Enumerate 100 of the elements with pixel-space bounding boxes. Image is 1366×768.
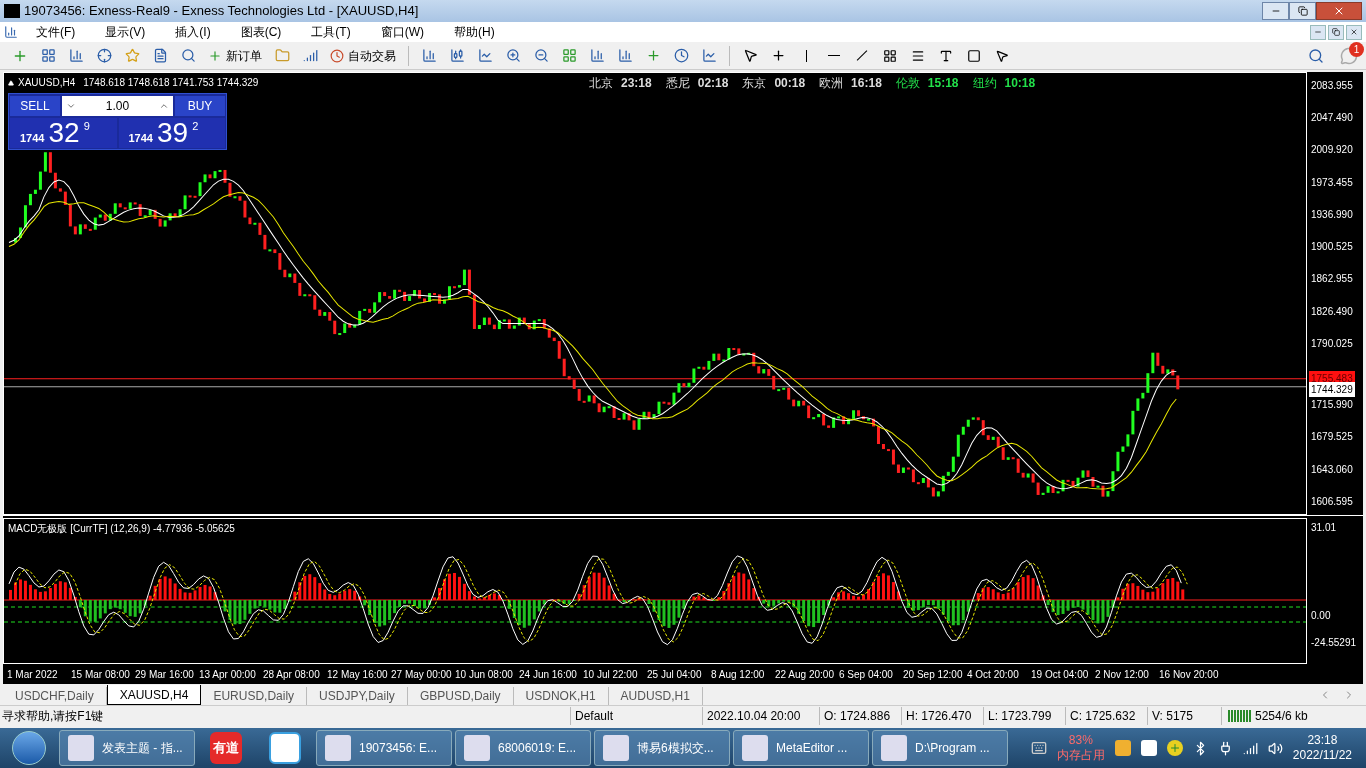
current-price-label: 1744.329 xyxy=(1309,382,1355,397)
time-axis-label: 15 Mar 08:00 xyxy=(71,667,131,682)
lot-field[interactable]: 1.00 xyxy=(62,96,173,116)
time-axis-label: 1 Mar 2022 xyxy=(7,667,59,682)
taskbar-button[interactable]: D:\Program ... xyxy=(872,730,1008,766)
clock-time: 00:18 xyxy=(774,75,806,92)
plus-icon[interactable] xyxy=(1166,740,1183,756)
time-axis-label: 10 Jun 08:00 xyxy=(455,667,514,682)
caret-down-icon[interactable] xyxy=(66,101,76,111)
menu-item[interactable]: 窗口(W) xyxy=(372,23,432,41)
price-axis-label: 1900.525 xyxy=(1311,240,1354,255)
menu-item[interactable]: 工具(T) xyxy=(303,23,359,41)
chart-symbol: XAUUSD,H4 xyxy=(18,76,76,90)
box-icon[interactable] xyxy=(1114,740,1131,756)
line-chart-icon xyxy=(477,48,493,63)
chart-tab[interactable]: GBPUSD,Daily xyxy=(407,687,514,705)
menu-item[interactable]: 帮助(H) xyxy=(446,23,503,41)
sell-button[interactable]: SELL xyxy=(10,96,60,116)
window-title: 19073456: Exness-Real9 - Exness Technologies Ltd - [XAUUSD,H4] xyxy=(24,2,419,21)
menu-item[interactable]: 图表(C) xyxy=(232,23,290,41)
app-icon xyxy=(68,735,94,761)
keyboard-icon[interactable] xyxy=(1030,740,1047,756)
bar-chart-icon xyxy=(421,48,437,63)
clock-city: 北京 xyxy=(589,75,613,92)
time-axis-label: 24 Jun 16:00 xyxy=(519,667,578,682)
restore-button[interactable] xyxy=(1328,24,1344,40)
chart-tab[interactable]: XAUUSD,H4 xyxy=(106,685,202,705)
indicator-axis-label: -24.55291 xyxy=(1311,636,1358,650)
close-icon xyxy=(1333,5,1345,17)
text-icon xyxy=(939,48,953,63)
candlestick-icon xyxy=(449,48,465,63)
minimize-button[interactable] xyxy=(1310,24,1326,40)
taskbar-button[interactable]: 博易6模拟交... xyxy=(594,730,730,766)
time-axis-label: 13 Apr 00:00 xyxy=(199,667,257,682)
price-axis-label: 2047.490 xyxy=(1311,111,1354,126)
close-icon xyxy=(1350,28,1358,36)
chart-tab[interactable]: AUDUSD,H1 xyxy=(608,687,703,705)
clock-time: 15:18 xyxy=(927,75,959,92)
restore-icon xyxy=(1297,6,1308,16)
app-icon xyxy=(742,735,768,761)
indicator-axis-label: 31.01 xyxy=(1311,521,1338,535)
price-axis-label: 1826.490 xyxy=(1311,304,1354,319)
horizontal-line-icon xyxy=(828,55,840,56)
menu-item[interactable]: 文件(F) xyxy=(28,23,84,41)
crosshair-icon xyxy=(770,48,786,63)
menu-item[interactable]: 显示(V) xyxy=(97,23,154,41)
time-axis-label: 29 Mar 16:00 xyxy=(135,667,195,682)
chart-tab[interactable]: USDCHF,Daily xyxy=(3,687,107,705)
triangle-icon[interactable] xyxy=(8,79,14,86)
open-price: O: 1724.886 xyxy=(819,707,901,725)
price-axis-label: 2009.920 xyxy=(1311,143,1354,158)
chart-tab[interactable]: USDNOK,H1 xyxy=(513,687,609,705)
signal-icon xyxy=(302,48,318,63)
indicator-axis-label: 0.00 xyxy=(1311,608,1332,623)
price-axis-label: 1936.990 xyxy=(1311,207,1354,222)
document-icon xyxy=(4,25,18,39)
time-axis-label: 19 Oct 04:00 xyxy=(1031,667,1090,682)
minimize-button[interactable] xyxy=(1262,2,1289,20)
taskbar-button[interactable]: 发表主题 - 指... xyxy=(59,730,195,766)
time-axis-label: 12 May 16:00 xyxy=(327,667,389,682)
price-axis-label: 1679.525 xyxy=(1311,430,1354,445)
signal-icon[interactable] xyxy=(1242,740,1258,756)
restore-button[interactable] xyxy=(1289,2,1316,20)
time-axis-label: 22 Aug 20:00 xyxy=(775,667,835,682)
caret-up-icon[interactable] xyxy=(159,101,169,111)
clock-city: 伦敦 xyxy=(895,75,920,92)
new-order-button[interactable]: 新订单 xyxy=(204,43,266,68)
chart-tab[interactable]: USDJPY,Daily xyxy=(307,687,408,705)
clock-date: 2022/11/22 xyxy=(1292,748,1352,763)
app-icon xyxy=(4,4,20,18)
bar-datetime: 2022.10.04 20:00 xyxy=(702,707,819,725)
taskbar-button[interactable]: 19073456: E... xyxy=(316,730,452,766)
vertical-line-icon xyxy=(805,49,807,62)
help-text: 寻求帮助,请按F1键 xyxy=(1,708,105,725)
plus-icon xyxy=(208,48,222,63)
restore-icon xyxy=(1332,28,1340,36)
chat-icon[interactable] xyxy=(1340,46,1358,65)
buy-button[interactable]: BUY xyxy=(175,96,225,116)
close-price: C: 1725.632 xyxy=(1065,707,1147,725)
app-icon xyxy=(464,735,490,761)
price-axis-label: 2083.955 xyxy=(1311,79,1354,93)
time-axis-label: 27 May 00:00 xyxy=(391,667,453,682)
app-icon xyxy=(881,735,907,761)
volume-icon[interactable] xyxy=(1267,740,1283,756)
taskbar-button[interactable]: MetaEditor ... xyxy=(733,730,869,766)
time-axis-label: 4 Oct 20:00 xyxy=(967,667,1020,682)
low-price: L: 1723.799 xyxy=(983,707,1065,725)
start-orb-icon xyxy=(12,731,46,765)
app-icon xyxy=(603,735,629,761)
menu-item[interactable]: 插入(I) xyxy=(167,23,219,41)
star-icon xyxy=(124,48,140,63)
chart-tab[interactable]: EURUSD,Daily xyxy=(201,687,308,705)
taskbar-button[interactable]: 68006019: E... xyxy=(455,730,591,766)
profile-name: Default xyxy=(570,707,702,725)
close-button[interactable] xyxy=(1346,24,1362,40)
clock-city: 悉尼 xyxy=(665,75,690,92)
auto-trading-button[interactable]: 自动交易 xyxy=(326,43,400,68)
memory-percent: 83% xyxy=(1068,733,1093,748)
clock-city: 纽约 xyxy=(972,75,997,92)
price-axis-label: 1862.955 xyxy=(1311,272,1354,287)
